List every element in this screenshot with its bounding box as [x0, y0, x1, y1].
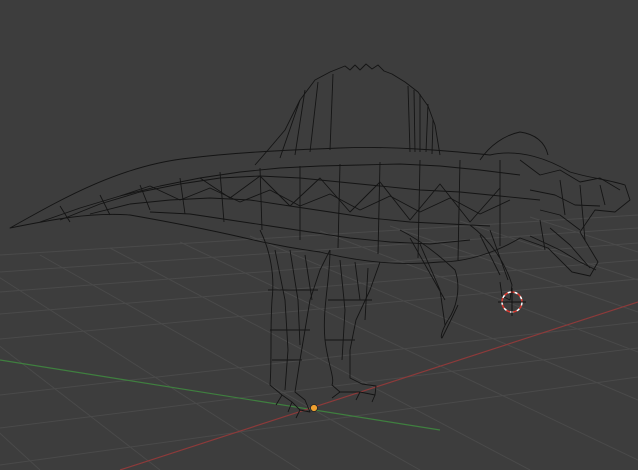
x-axis-line — [119, 301, 638, 470]
object-origin-icon[interactable] — [310, 404, 318, 412]
dinosaur-mesh[interactable] — [9, 63, 631, 419]
3d-viewport[interactable] — [0, 0, 638, 470]
floor-grid — [0, 214, 638, 470]
